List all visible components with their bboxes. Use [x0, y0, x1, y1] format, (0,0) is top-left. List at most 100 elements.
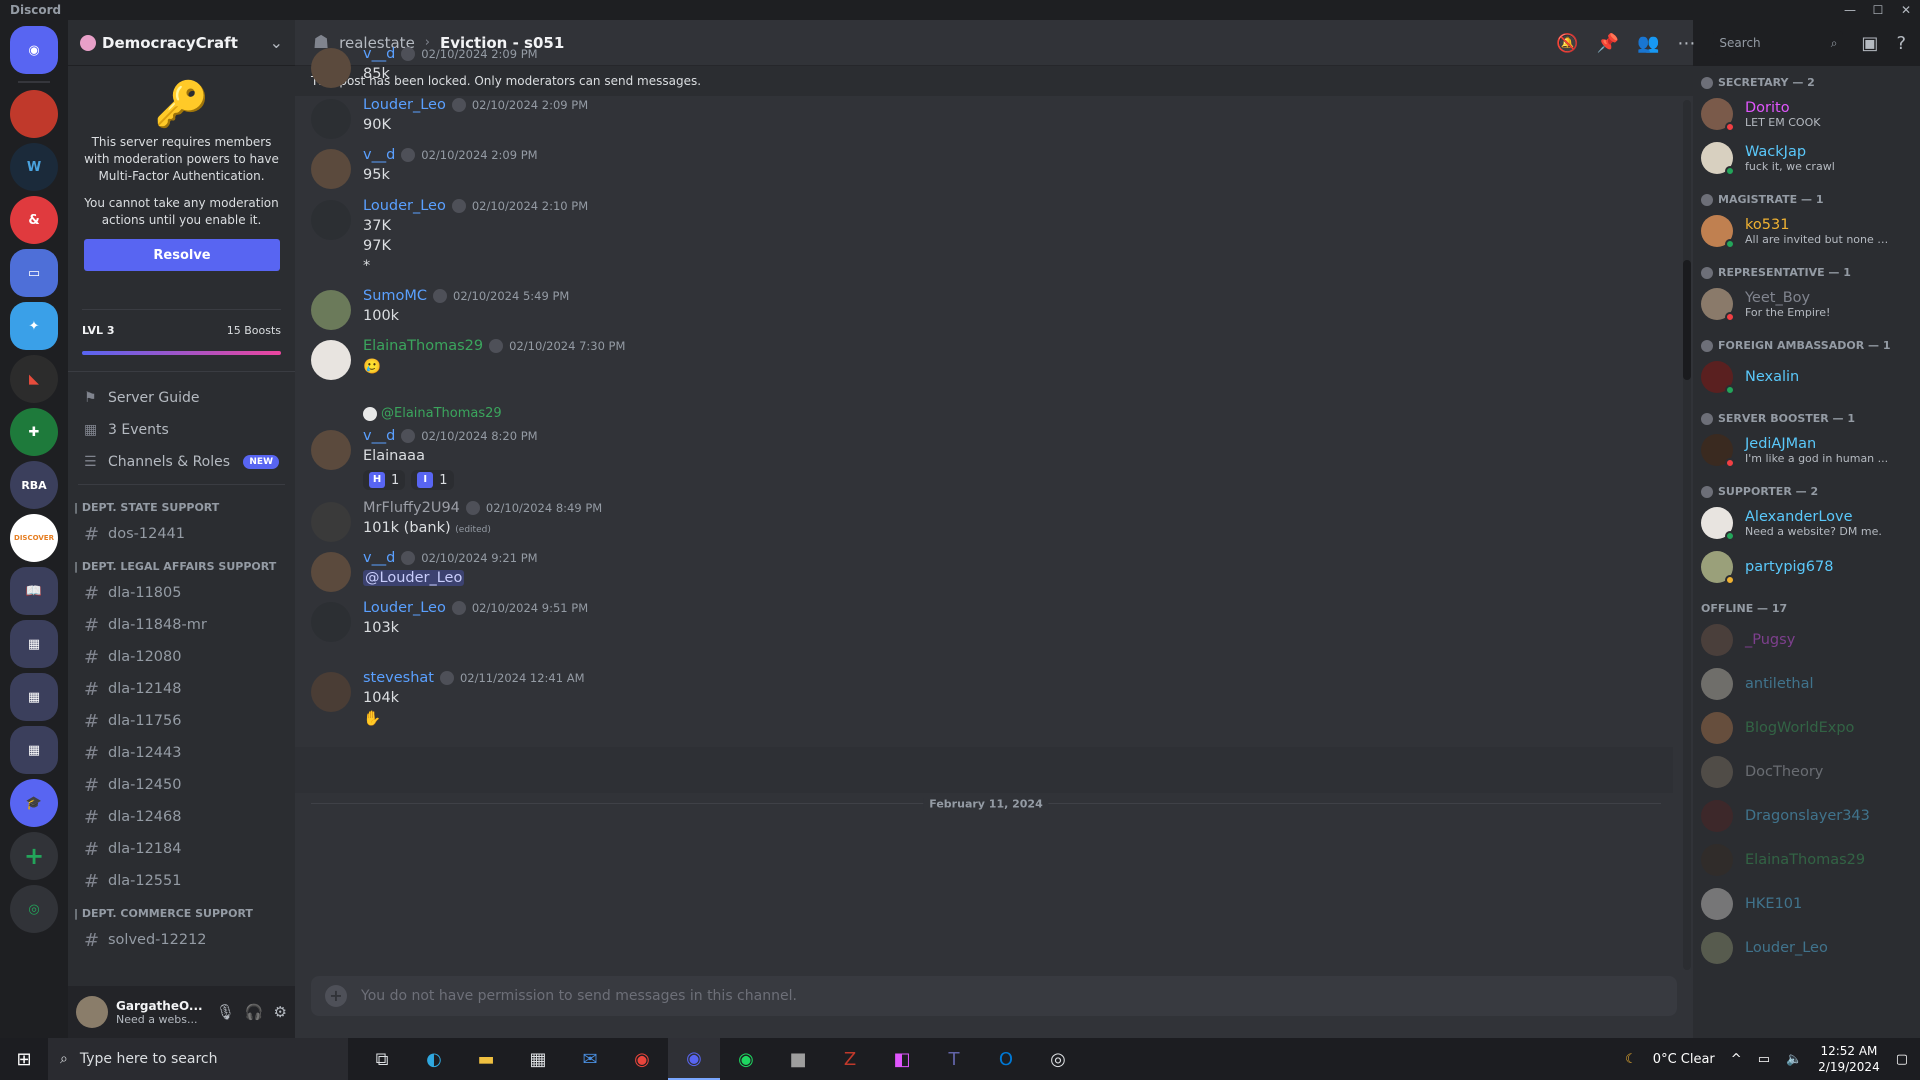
- avatar[interactable]: [311, 552, 351, 592]
- category-header[interactable]: | DEPT. STATE SUPPORT: [68, 491, 295, 518]
- channel-item[interactable]: # dos-12441: [68, 518, 295, 550]
- message-author[interactable]: v__d: [363, 46, 395, 62]
- message-author[interactable]: ElainaThomas29: [363, 338, 483, 354]
- server-icon-active[interactable]: ✦: [10, 302, 58, 350]
- member-item[interactable]: partypig678: [1701, 546, 1912, 588]
- member-item[interactable]: Dorito LET EM COOK: [1701, 93, 1912, 135]
- member-item[interactable]: Dragonslayer343: [1701, 795, 1912, 837]
- message-author[interactable]: steveshat: [363, 670, 434, 686]
- channel-item[interactable]: # dla-12184: [68, 833, 295, 865]
- channels-roles-item[interactable]: ☰ Channels & Roles NEW: [68, 446, 295, 478]
- member-item[interactable]: _Pugsy: [1701, 619, 1912, 661]
- message-author[interactable]: MrFluffy2U94: [363, 500, 460, 516]
- server-header[interactable]: DemocracyCraft ⌄: [68, 20, 295, 66]
- member-item[interactable]: antilethal: [1701, 663, 1912, 705]
- message-input[interactable]: + You do not have permission to send mes…: [311, 976, 1677, 1016]
- task-view-icon[interactable]: ⧉: [356, 1038, 408, 1080]
- chrome-icon[interactable]: ◉: [616, 1038, 668, 1080]
- scrollbar[interactable]: [1683, 100, 1691, 970]
- message-author[interactable]: v__d: [363, 550, 395, 566]
- channel-item[interactable]: # dla-11848-mr: [68, 609, 295, 641]
- avatar[interactable]: [311, 290, 351, 330]
- server-icon[interactable]: ◣: [10, 355, 58, 403]
- reaction-button[interactable]: I1: [411, 470, 454, 490]
- avatar[interactable]: [311, 200, 351, 240]
- member-item[interactable]: AlexanderLove Need a website? DM me.: [1701, 502, 1912, 544]
- channel-item[interactable]: # dla-12148: [68, 673, 295, 705]
- avatar[interactable]: [311, 430, 351, 470]
- server-icon[interactable]: 📖: [10, 567, 58, 615]
- member-item[interactable]: Louder_Leo: [1701, 927, 1912, 969]
- more-icon[interactable]: ⋯: [1677, 33, 1695, 54]
- server-folder-icon[interactable]: ▦: [10, 620, 58, 668]
- message-author[interactable]: SumoMC: [363, 288, 427, 304]
- edge-icon[interactable]: ◐: [408, 1038, 460, 1080]
- message-author[interactable]: Louder_Leo: [363, 600, 446, 616]
- server-guide-item[interactable]: ⚑ Server Guide: [68, 382, 295, 414]
- obs-icon[interactable]: ◎: [1032, 1038, 1084, 1080]
- scrollbar-thumb[interactable]: [1683, 260, 1691, 380]
- help-icon[interactable]: ?: [1896, 33, 1906, 54]
- minecraft-icon[interactable]: ■: [772, 1038, 824, 1080]
- events-item[interactable]: ▦ 3 Events: [68, 414, 295, 446]
- member-item[interactable]: ko531 All are invited but none ar...: [1701, 210, 1912, 252]
- avatar[interactable]: [311, 340, 351, 380]
- member-item[interactable]: BlogWorldExpo: [1701, 707, 1912, 749]
- message-author[interactable]: Louder_Leo: [363, 97, 446, 113]
- inbox-icon[interactable]: ▣: [1861, 33, 1878, 54]
- microphone-icon[interactable]: 🎙: [216, 1003, 235, 1021]
- close-icon[interactable]: ✕: [1892, 3, 1920, 17]
- clock[interactable]: 12:52 AM 2/19/2024: [1818, 1043, 1880, 1075]
- channel-item[interactable]: # dla-12443: [68, 737, 295, 769]
- search-input[interactable]: Search ⌕: [1713, 31, 1844, 55]
- mail-icon[interactable]: ✉: [564, 1038, 616, 1080]
- member-item[interactable]: DocTheory: [1701, 751, 1912, 793]
- teams-icon[interactable]: T: [928, 1038, 980, 1080]
- server-icon[interactable]: W: [10, 143, 58, 191]
- avatar[interactable]: [76, 996, 108, 1028]
- explore-servers-icon[interactable]: ◎: [10, 885, 58, 933]
- server-folder-icon[interactable]: ▦: [10, 726, 58, 774]
- windows-start-icon[interactable]: ⊞: [0, 1049, 48, 1070]
- notification-icon[interactable]: ▢: [1896, 1052, 1908, 1067]
- boost-progress[interactable]: LVL 3 15 Boosts: [82, 309, 281, 355]
- minimize-icon[interactable]: —: [1836, 3, 1864, 17]
- server-icon[interactable]: RBA: [10, 461, 58, 509]
- member-item[interactable]: ElainaThomas29: [1701, 839, 1912, 881]
- store-icon[interactable]: ▦: [512, 1038, 564, 1080]
- volume-icon[interactable]: 🔈: [1786, 1052, 1802, 1067]
- weather-text[interactable]: 0°C Clear: [1653, 1052, 1715, 1067]
- outlook-icon[interactable]: O: [980, 1038, 1032, 1080]
- avatar[interactable]: [311, 149, 351, 189]
- channel-item[interactable]: # dla-12450: [68, 769, 295, 801]
- server-folder-icon[interactable]: ▭: [10, 249, 58, 297]
- resolve-button[interactable]: Resolve: [84, 239, 280, 271]
- server-icon[interactable]: ✚: [10, 408, 58, 456]
- maximize-icon[interactable]: ☐: [1864, 3, 1892, 17]
- channel-item[interactable]: # dla-12080: [68, 641, 295, 673]
- message-author[interactable]: v__d: [363, 428, 395, 444]
- member-item[interactable]: Yeet_Boy For the Empire!: [1701, 283, 1912, 325]
- avatar[interactable]: [311, 602, 351, 642]
- channel-item[interactable]: # dla-12551: [68, 865, 295, 897]
- channel-item[interactable]: # dla-11805: [68, 577, 295, 609]
- intellij-icon[interactable]: ◧: [876, 1038, 928, 1080]
- message-author[interactable]: v__d: [363, 147, 395, 163]
- reaction-button[interactable]: H1: [363, 470, 406, 490]
- headphones-icon[interactable]: 🎧: [245, 1003, 264, 1021]
- filezilla-icon[interactable]: Z: [824, 1038, 876, 1080]
- category-header[interactable]: | DEPT. LEGAL AFFAIRS SUPPORT: [68, 550, 295, 577]
- home-button[interactable]: ◉: [10, 26, 58, 74]
- avatar[interactable]: [311, 99, 351, 139]
- channel-item[interactable]: # dla-12468: [68, 801, 295, 833]
- add-server-icon[interactable]: +: [10, 832, 58, 880]
- member-item[interactable]: JediAJMan I'm like a god in human ...: [1701, 429, 1912, 471]
- server-icon[interactable]: 🎓: [10, 779, 58, 827]
- gear-icon[interactable]: ⚙: [274, 1003, 287, 1021]
- member-item[interactable]: WackJap fuck it, we crawl: [1701, 137, 1912, 179]
- members-icon[interactable]: 👥: [1637, 33, 1659, 54]
- message-author[interactable]: Louder_Leo: [363, 198, 446, 214]
- spotify-icon[interactable]: ◉: [720, 1038, 772, 1080]
- taskbar-search[interactable]: ⌕ Type here to search: [48, 1038, 348, 1080]
- channel-item[interactable]: # dla-11756: [68, 705, 295, 737]
